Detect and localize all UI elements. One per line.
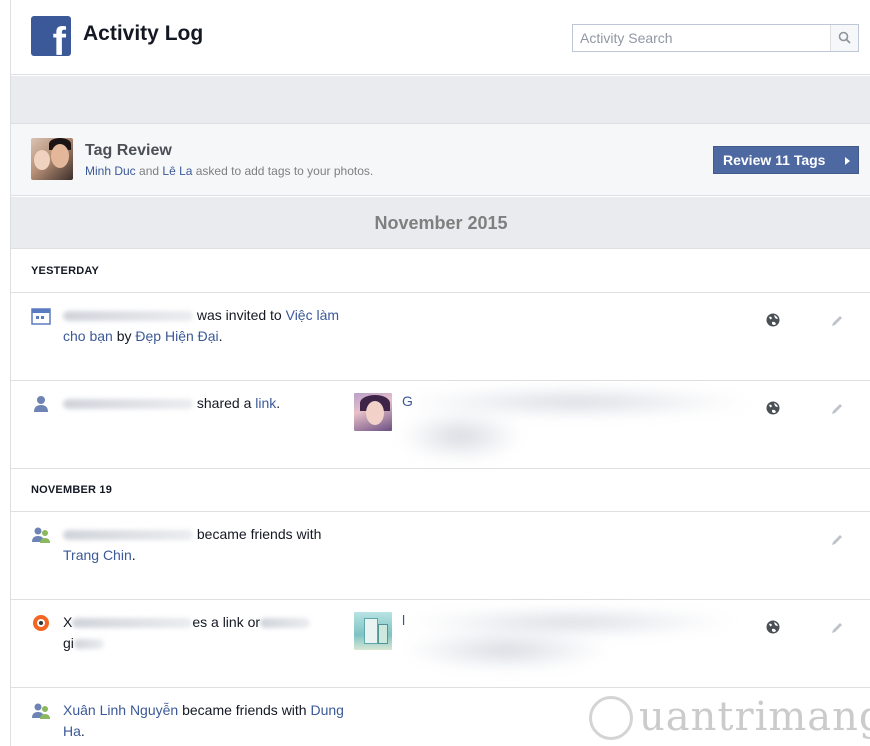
entry-target-link[interactable]: link: [255, 395, 276, 411]
activity-search-box: [572, 24, 859, 52]
blurred-link-preview: [401, 411, 521, 461]
tag-requester-link-2[interactable]: Lê La: [162, 164, 192, 178]
activity-entry-text: Xes a link or gi: [63, 612, 363, 654]
entry-end: .: [131, 547, 136, 563]
blurred-name: [260, 618, 311, 629]
tag-review-box: Tag Review Minh Duc and Lê La asked to a…: [11, 124, 870, 196]
tag-requester-link-1[interactable]: Minh Duc: [85, 164, 136, 178]
divider: [11, 468, 870, 469]
blurred-name: [63, 311, 193, 322]
arrow-right-icon: [845, 157, 850, 165]
globe-icon[interactable]: [766, 313, 780, 327]
page-title: Activity Log: [83, 22, 204, 45]
watermark-text: uantrimang: [639, 694, 870, 740]
month-header: November 2015: [11, 197, 870, 249]
entry-end: .: [218, 328, 223, 344]
blurred-name: [72, 618, 193, 629]
tag-review-suffix: asked to add tags to your photos.: [192, 164, 374, 178]
tag-review-avatar[interactable]: [31, 138, 73, 180]
watermark: uantrimang: [589, 690, 870, 746]
entry-action: shared a: [196, 395, 256, 411]
blurred-name: [63, 399, 193, 410]
blurred-link-preview: [406, 630, 606, 670]
activity-entry: became friends with Trang Chin.: [11, 512, 870, 599]
entry-end: .: [276, 395, 281, 411]
link-preview-thumbnail[interactable]: [354, 393, 392, 431]
header: f Activity Log: [11, 0, 870, 75]
pencil-icon[interactable]: [830, 621, 844, 635]
pencil-icon[interactable]: [830, 402, 844, 416]
search-button[interactable]: [830, 25, 858, 51]
entry-action: became friends with: [178, 702, 311, 718]
review-tags-button[interactable]: Review 11 Tags: [713, 146, 859, 174]
tag-review-title: Tag Review: [85, 142, 172, 159]
activity-entry: shared a link. G: [11, 381, 870, 468]
entry-actor-link[interactable]: Xuân Linh Nguyễn: [63, 702, 178, 718]
search-icon: [838, 31, 851, 44]
pencil-icon[interactable]: [830, 533, 844, 547]
activity-entry: was invited to Việc làm cho bạn by Đẹp H…: [11, 293, 870, 380]
entry-fragment: es a link or: [192, 614, 261, 630]
section-label-november-19: NOVEMBER 19: [31, 484, 113, 496]
entry-fragment: gi: [63, 635, 74, 651]
review-tags-label: Review 11 Tags: [723, 152, 826, 168]
section-label-yesterday: YESTERDAY: [31, 265, 100, 277]
friends-icon: [32, 703, 50, 719]
blurred-name: [63, 530, 193, 541]
blurred-name: [73, 639, 104, 650]
pencil-icon[interactable]: [830, 314, 844, 328]
person-icon: [34, 396, 48, 412]
bulb-icon: [589, 696, 633, 740]
activity-search-input[interactable]: [573, 25, 829, 51]
link-preview-title[interactable]: l: [402, 612, 405, 628]
entry-by: by: [112, 328, 136, 344]
tag-review-description: Minh Duc and Lê La asked to add tags to …: [85, 164, 373, 178]
entry-action: was invited to: [196, 307, 286, 323]
activity-entry-text: shared a link.: [63, 393, 353, 414]
friends-icon: [32, 527, 50, 543]
facebook-logo-letter: f: [52, 20, 66, 56]
header-spacer-band: [11, 76, 870, 124]
event-icon: [31, 308, 51, 325]
globe-icon[interactable]: [766, 620, 780, 634]
entry-end: .: [80, 723, 85, 739]
activity-entry: Xes a link or gi l: [11, 600, 870, 687]
entry-target-link-2[interactable]: Đẹp Hiện Đại: [135, 328, 218, 344]
link-preview-thumbnail[interactable]: [354, 612, 392, 650]
globe-icon[interactable]: [766, 401, 780, 415]
entry-target-link[interactable]: Trang Chin: [63, 547, 132, 563]
tag-review-and: and: [135, 164, 163, 178]
like-icon: [33, 615, 49, 631]
activity-entry-text: Xuân Linh Nguyễn became friends with Dun…: [63, 700, 353, 742]
facebook-logo-icon[interactable]: f: [31, 16, 71, 56]
entry-action: became friends with: [196, 526, 322, 542]
activity-entry-text: was invited to Việc làm cho bạn by Đẹp H…: [63, 305, 353, 347]
entry-fragment: X: [63, 614, 73, 630]
activity-log-panel: f Activity Log Tag Review Minh Duc and L…: [10, 0, 870, 746]
activity-entry-text: became friends with Trang Chin.: [63, 524, 353, 566]
